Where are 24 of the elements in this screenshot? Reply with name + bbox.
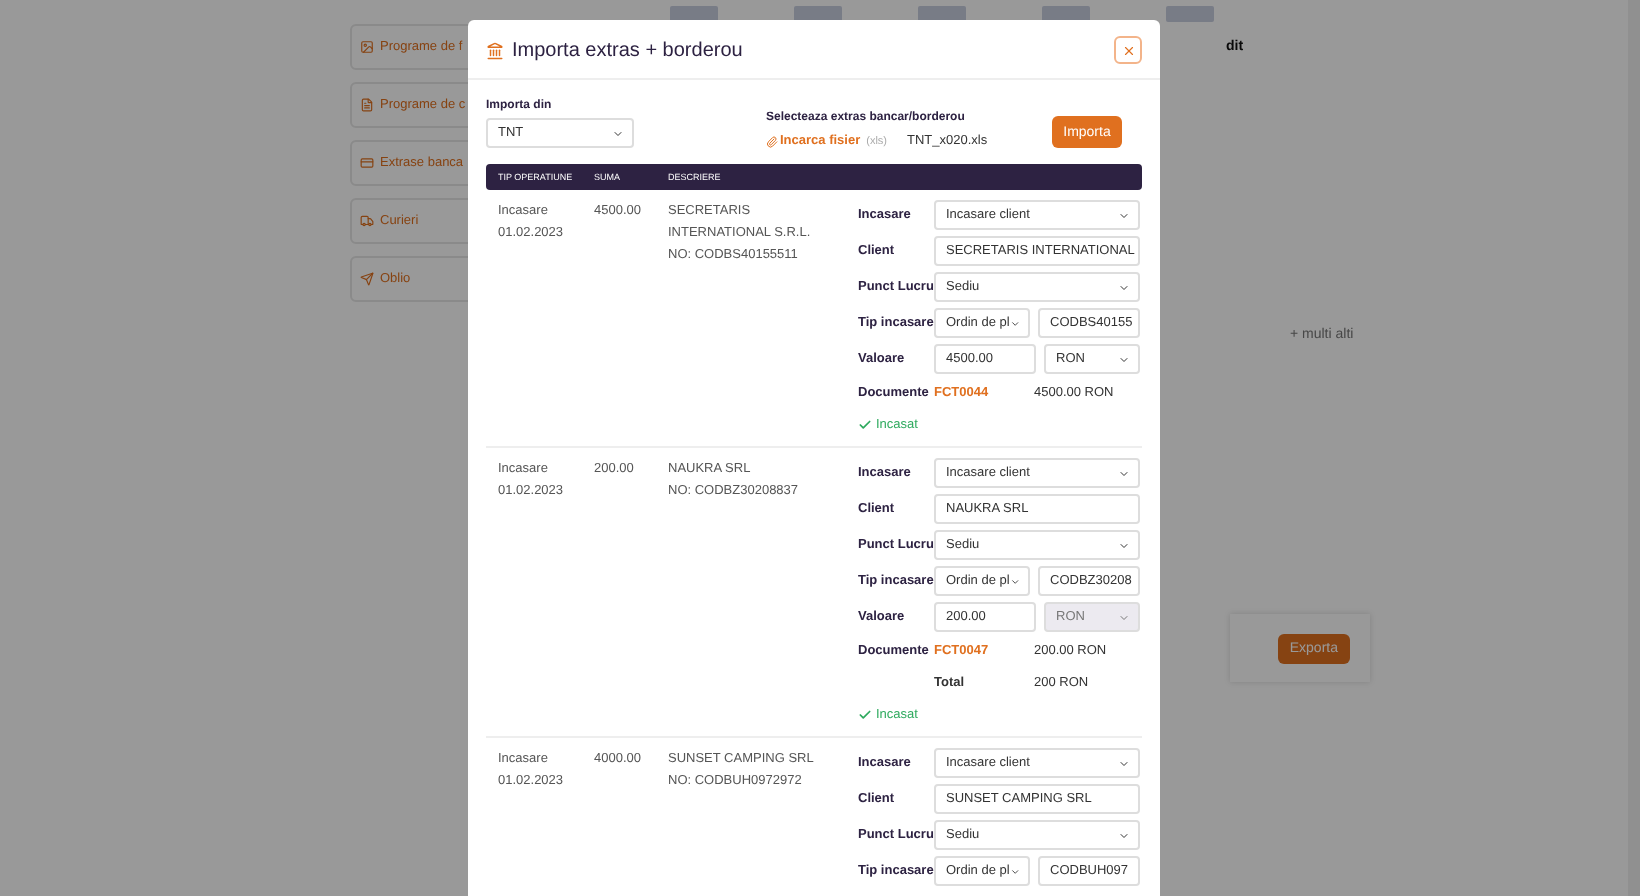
chevron-down-icon bbox=[1009, 865, 1020, 877]
logo-placeholder bbox=[1166, 6, 1214, 22]
chevron-down-icon bbox=[1118, 467, 1130, 479]
chevron-down-icon bbox=[1118, 209, 1130, 221]
document-icon bbox=[360, 98, 374, 112]
bank-icon bbox=[486, 41, 504, 59]
chevron-down-icon bbox=[1009, 317, 1020, 329]
check-icon bbox=[858, 418, 872, 432]
chevron-down-icon bbox=[612, 127, 624, 139]
chevron-down-icon bbox=[1118, 353, 1130, 365]
close-icon bbox=[1121, 43, 1135, 57]
chevron-down-icon bbox=[1118, 829, 1130, 841]
check-icon bbox=[858, 708, 872, 722]
card-icon bbox=[360, 156, 374, 170]
chevron-down-icon bbox=[1118, 611, 1130, 623]
close-button[interactable] bbox=[1114, 36, 1142, 64]
paperclip-icon bbox=[766, 135, 778, 147]
chevron-down-icon bbox=[1118, 757, 1130, 769]
chevron-down-icon bbox=[1118, 539, 1130, 551]
truck-icon bbox=[360, 214, 374, 228]
image-icon bbox=[360, 40, 374, 54]
chevron-down-icon bbox=[1118, 281, 1130, 293]
chevron-down-icon bbox=[1009, 575, 1020, 587]
send-icon bbox=[360, 272, 374, 286]
